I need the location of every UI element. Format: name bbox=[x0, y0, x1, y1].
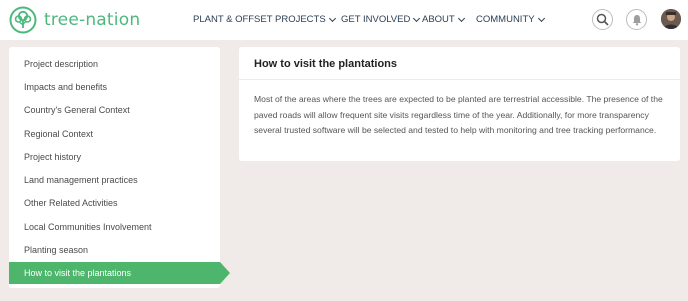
nav-projects-label: PROJECTS bbox=[275, 14, 326, 25]
section-body-text: Most of the areas where the trees are ex… bbox=[254, 94, 663, 135]
chevron-down-icon bbox=[457, 14, 465, 22]
tree-logo-icon bbox=[9, 6, 37, 34]
sidebar-item-label: Planting season bbox=[24, 245, 89, 255]
content-card: How to visit the plantations Most of the… bbox=[239, 47, 680, 161]
nav-about[interactable]: ABOUT bbox=[422, 14, 465, 25]
sidebar-item-project-history[interactable]: Project history bbox=[9, 146, 220, 168]
top-navigation-bar: tree-nation PLANT & OFFSET PROJECTS GET … bbox=[0, 0, 688, 40]
divider bbox=[239, 79, 680, 80]
chevron-down-icon bbox=[413, 14, 421, 22]
chevron-down-icon bbox=[537, 14, 545, 22]
sidebar-item-planting-season[interactable]: Planting season bbox=[9, 239, 220, 261]
bell-icon bbox=[632, 14, 641, 25]
sidebar-item-label: Impacts and benefits bbox=[24, 82, 108, 92]
sidebar-item-impacts-and-benefits[interactable]: Impacts and benefits bbox=[9, 76, 220, 98]
search-icon bbox=[596, 13, 609, 26]
nav-projects[interactable]: PROJECTS bbox=[275, 14, 336, 25]
active-item-pointer bbox=[220, 262, 230, 284]
notifications-button[interactable] bbox=[626, 9, 647, 30]
sidebar-item-label: Project description bbox=[24, 59, 99, 69]
brand-name: tree-nation bbox=[44, 10, 141, 30]
sidebar-item-label: Project history bbox=[24, 152, 82, 162]
sidebar-item-local-communities[interactable]: Local Communities Involvement bbox=[9, 216, 220, 238]
sidebar-item-label: Regional Context bbox=[24, 129, 94, 139]
chevron-down-icon bbox=[328, 14, 336, 22]
section-title: How to visit the plantations bbox=[254, 58, 398, 70]
user-avatar[interactable] bbox=[661, 9, 681, 29]
sidebar-item-land-management[interactable]: Land management practices bbox=[9, 169, 220, 191]
brand-logo[interactable]: tree-nation bbox=[9, 5, 140, 35]
sidebar-item-label: Country's General Context bbox=[24, 105, 130, 115]
sidebar-item-regional-context[interactable]: Regional Context bbox=[9, 123, 220, 145]
section-sidebar: Project description Impacts and benefits… bbox=[9, 47, 220, 288]
sidebar-item-label: Other Related Activities bbox=[24, 198, 118, 208]
sidebar-item-label: How to visit the plantations bbox=[24, 268, 132, 278]
sidebar-item-how-to-visit[interactable]: How to visit the plantations bbox=[9, 262, 220, 284]
nav-community-label: COMMUNITY bbox=[476, 14, 535, 25]
sidebar-item-other-activities[interactable]: Other Related Activities bbox=[9, 192, 220, 214]
avatar-photo bbox=[661, 9, 681, 29]
sidebar-item-project-description[interactable]: Project description bbox=[9, 53, 220, 75]
nav-get-involved-label: GET INVOLVED bbox=[341, 14, 411, 25]
nav-about-label: ABOUT bbox=[422, 14, 455, 25]
nav-plant-offset-label: PLANT & OFFSET bbox=[193, 14, 273, 25]
sidebar-item-country-context[interactable]: Country's General Context bbox=[9, 99, 220, 121]
nav-plant-offset[interactable]: PLANT & OFFSET bbox=[193, 14, 273, 25]
search-button[interactable] bbox=[592, 9, 613, 30]
nav-community[interactable]: COMMUNITY bbox=[476, 14, 545, 25]
sidebar-item-label: Local Communities Involvement bbox=[24, 222, 152, 232]
nav-get-involved[interactable]: GET INVOLVED bbox=[341, 14, 421, 25]
sidebar-item-label: Land management practices bbox=[24, 175, 138, 185]
